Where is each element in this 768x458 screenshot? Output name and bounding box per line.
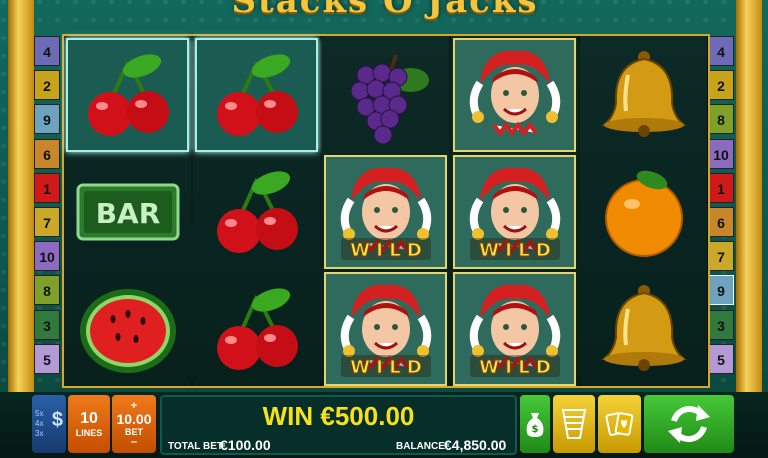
grapes-icon [350, 54, 429, 145]
payline-right-3: 3 [708, 309, 734, 340]
bell-icon [600, 285, 687, 371]
payline-left-4: 4 [34, 36, 60, 66]
bar-icon: BAR [76, 183, 179, 241]
lines-label: LINES [75, 428, 103, 438]
win-amount: WIN €500.00 [262, 401, 415, 431]
payline-left-1: 1 [34, 172, 60, 203]
lines-button[interactable]: 10 LINES [68, 395, 110, 453]
bet-minus-button[interactable]: – [131, 437, 137, 448]
reel-3: W I L D W I L D [322, 36, 449, 386]
symbol-cherry [195, 272, 318, 386]
svg-text:$: $ [532, 424, 539, 435]
balance-value: €4,850.00 [444, 437, 507, 453]
card-gamble-button[interactable] [598, 395, 641, 453]
payline-right-6: 6 [708, 206, 734, 237]
ladder-icon [561, 409, 587, 439]
symbol-orange [582, 155, 705, 269]
payline-right-2: 2 [708, 70, 734, 101]
reel-2 [193, 36, 320, 386]
reel-area: BAR W I L D W I L D W I L D W I L D [62, 34, 710, 388]
total-bet-label: TOTAL BET [168, 441, 223, 452]
bell-icon [600, 51, 687, 137]
payline-left-2: 2 [34, 70, 60, 101]
coins-gamble-button[interactable]: $ [520, 395, 550, 453]
spin-arrows-icon [668, 405, 710, 443]
payline-right-4: 4 [708, 36, 734, 66]
symbol-jester-wild: W I L D [324, 272, 447, 386]
bet-plus-button[interactable]: + [131, 401, 137, 412]
payline-left-10: 10 [34, 241, 60, 272]
symbol-jester [453, 38, 576, 152]
cherry-icon [216, 288, 298, 370]
payline-right-10: 10 [708, 138, 734, 169]
cherry-icon [216, 171, 298, 253]
multiplier-4x: 4x [35, 419, 44, 428]
money-bag-icon: $ [526, 413, 544, 437]
total-bet-value: €100.00 [220, 437, 271, 453]
symbol-cherry [66, 38, 189, 152]
right-payline-indicators: 4 2 8 10 1 6 7 9 3 5 [708, 36, 734, 378]
payline-right-5: 5 [708, 343, 734, 374]
left-payline-indicators: 4 2 9 6 1 7 10 8 3 5 [34, 36, 60, 378]
symbol-cherry [195, 38, 318, 152]
svg-text:BAR: BAR [95, 197, 160, 230]
game-title: Stacks O'Jacks [231, 0, 539, 21]
balance-label: BALANCE [396, 441, 445, 452]
symbol-bell [582, 272, 705, 386]
reel-1: BAR [64, 36, 191, 386]
payline-left-9: 9 [34, 104, 60, 135]
payline-left-8: 8 [34, 275, 60, 306]
watermelon-icon [79, 289, 176, 373]
payline-right-1: 1 [708, 172, 734, 203]
payline-right-9: 9 [708, 275, 734, 306]
left-gold-ribbon [8, 0, 34, 395]
jester-icon [469, 50, 560, 137]
jester-wild-icon: W I L D [469, 167, 560, 262]
symbol-cherry [195, 155, 318, 269]
symbol-watermelon [66, 272, 189, 386]
dollar-icon: $ [51, 409, 63, 431]
cards-icon [604, 412, 633, 436]
payline-right-7: 7 [708, 241, 734, 272]
bet-value: 10.00 [116, 411, 152, 427]
jester-wild-icon: W I L D [340, 284, 431, 379]
symbol-jester-wild: W I L D [453, 155, 576, 269]
svg-text:W I L D: W I L D [479, 240, 551, 261]
symbol-jester-wild: W I L D [324, 155, 447, 269]
payline-left-3: 3 [34, 309, 60, 340]
bet-button[interactable]: + 10.00 BET – [112, 395, 156, 453]
right-gold-ribbon [736, 0, 762, 395]
jester-wild-icon: W I L D [469, 284, 560, 379]
symbol-bell [582, 38, 705, 152]
reel-5 [580, 36, 707, 386]
spin-button[interactable] [644, 395, 734, 453]
win-info-panel: WIN €500.00 TOTAL BET €100.00 BALANCE €4… [160, 395, 517, 455]
svg-text:W I L D: W I L D [350, 357, 422, 378]
symbol-bar: BAR [66, 155, 189, 269]
paytable-button[interactable]: 5x 4x 3x $ [32, 395, 66, 453]
symbol-grapes [324, 38, 447, 152]
multiplier-5x: 5x [35, 409, 44, 418]
symbol-jester-wild: W I L D [453, 272, 576, 386]
orange-icon [604, 170, 683, 257]
cherry-icon [87, 54, 169, 136]
payline-left-6: 6 [34, 138, 60, 169]
lines-value: 10 [80, 410, 98, 427]
svg-text:W I L D: W I L D [350, 240, 422, 261]
multiplier-3x: 3x [35, 429, 44, 438]
payline-right-8: 8 [708, 104, 734, 135]
reel-4: W I L D W I L D [451, 36, 578, 386]
cherry-icon [216, 54, 298, 136]
svg-text:W I L D: W I L D [479, 357, 551, 378]
jester-wild-icon: W I L D [340, 167, 431, 262]
payline-left-5: 5 [34, 343, 60, 374]
payline-left-7: 7 [34, 206, 60, 237]
ladder-gamble-button[interactable] [553, 395, 595, 453]
